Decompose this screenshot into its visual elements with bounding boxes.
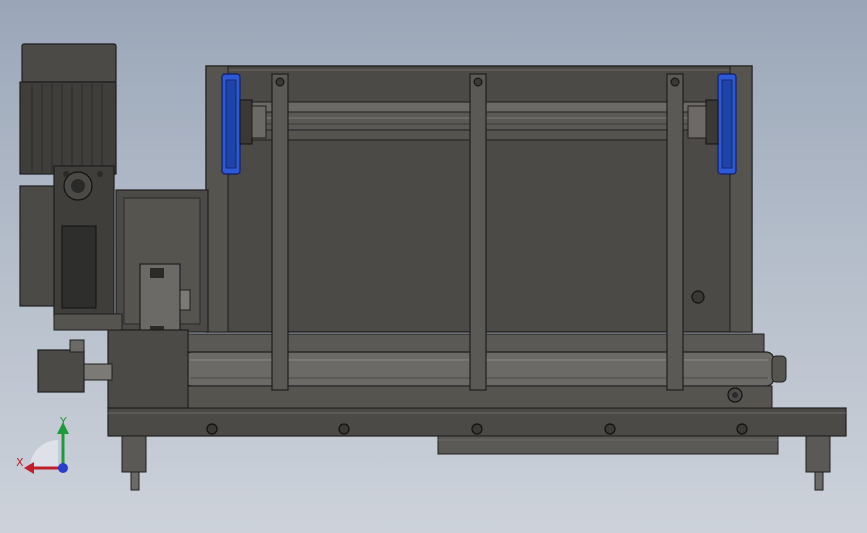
base-frame — [107, 407, 847, 455]
vertical-strap-2 — [469, 73, 487, 391]
x-axis-label: X — [16, 456, 24, 469]
orientation-triad: Y X — [16, 415, 69, 474]
y-axis-label: Y — [59, 415, 67, 428]
vertical-strap-3 — [666, 73, 684, 391]
leveling-foot-right — [805, 435, 831, 491]
machine-assembly-drawing: Y X — [16, 43, 847, 491]
leveling-foot-left — [121, 435, 147, 491]
gear-motor — [19, 43, 123, 393]
vertical-strap-1 — [271, 73, 289, 391]
cad-viewport[interactable]: Y X — [0, 0, 867, 533]
